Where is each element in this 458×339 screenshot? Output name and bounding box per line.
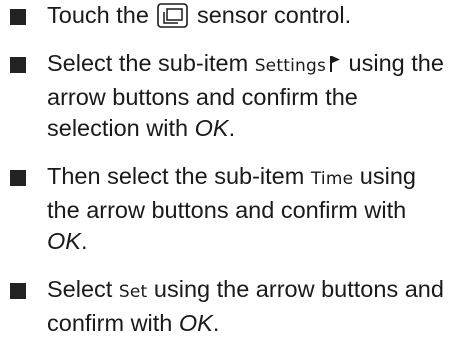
square-bullet	[10, 283, 26, 299]
step-4-end: .	[212, 310, 220, 336]
menu-sensor-icon	[157, 3, 189, 28]
step-1-suffix: sensor control.	[196, 2, 352, 28]
step-3-prefix: Then select the sub-item	[47, 163, 305, 189]
instruction-step-2: Select the sub-item Settings using the a…	[0, 48, 452, 144]
step-2-end: .	[228, 115, 236, 141]
step-3-end: .	[80, 228, 88, 254]
instruction-list: Touch the sensor control. Select the sub…	[0, 0, 458, 339]
step-1-prefix: Touch the	[47, 2, 149, 28]
display-text-settings: Settings	[254, 56, 327, 76]
step-2-prefix: Select the sub-item	[47, 50, 249, 76]
square-bullet	[10, 9, 26, 25]
display-text-time: Time	[310, 169, 354, 189]
square-bullet	[10, 170, 26, 186]
instruction-step-1: Touch the sensor control.	[0, 0, 452, 31]
instruction-step-4: Select Set using the arrow buttons and c…	[0, 274, 452, 339]
square-bullet	[10, 57, 26, 73]
step-4-prefix: Select	[47, 276, 113, 302]
ok-button-reference: OK	[194, 115, 229, 141]
ok-button-reference: OK	[47, 228, 81, 254]
ok-button-reference: OK	[178, 310, 213, 336]
display-text-set: Set	[118, 282, 148, 302]
instruction-step-3: Then select the sub-item Time using the …	[0, 161, 452, 257]
flag-icon	[330, 56, 341, 72]
